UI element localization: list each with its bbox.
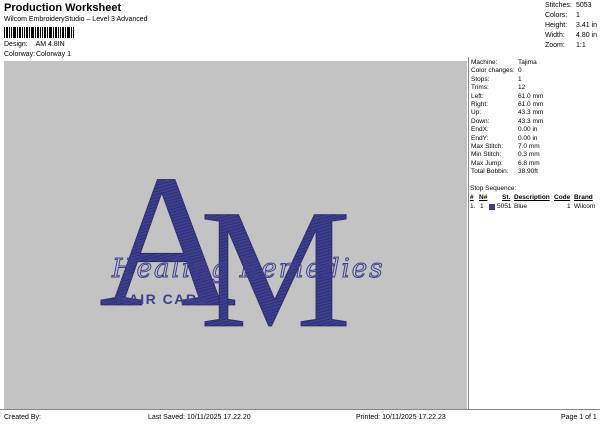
worksheet-header: Production Worksheet Wilcom EmbroiderySt…	[0, 0, 600, 60]
col-st: St.	[502, 194, 511, 201]
last-saved: Last Saved: 10/11/2025 17.22.20	[148, 414, 251, 421]
software-name: Wilcom EmbroideryStudio – Level 3 Advanc…	[4, 16, 148, 23]
worksheet-page: Production Worksheet Wilcom EmbroiderySt…	[0, 0, 600, 424]
col-code: Code	[554, 194, 571, 201]
thread-color-swatch	[489, 204, 495, 210]
table-row: 1. 1 5051 Blue 1 Wilcom	[470, 203, 596, 210]
design-label: Design:	[4, 41, 28, 48]
colorway-label: Colorway:	[4, 51, 36, 58]
info-endy: EndY: 0.00 in	[471, 134, 538, 142]
stat-height: Height: 3.41 in	[545, 22, 598, 29]
design-stats: Stitches: 5053 Colors: 1 Height: 3.41 in Wi…	[545, 2, 600, 52]
info-endx: EndX: 0.00 in	[471, 126, 538, 134]
stat-colors: Colors: 1	[545, 12, 580, 19]
embroidery-artwork: A M Healing Remedies HAIR CARE	[99, 137, 385, 364]
page-number: Page 1 of 1	[561, 414, 597, 421]
info-trims: Trims: 12	[471, 84, 526, 92]
info-color-changes: Color changes: 0	[471, 67, 522, 75]
design-value: AM 4.8IN	[35, 41, 65, 48]
info-left: Left: 61.0 mm	[471, 92, 544, 100]
info-max-stitch: Max Stitch: 7.0 mm	[471, 142, 540, 150]
stat-width: Width: 4.80 in	[545, 32, 598, 39]
info-total-bobbin: Total Bobbin: 38.90ft	[471, 168, 538, 176]
worksheet-footer: Created By: Last Saved: 10/11/2025 17.22…	[0, 409, 600, 424]
colorway-value: Colorway 1	[35, 51, 71, 58]
caption-text: HAIR CARE	[117, 291, 208, 307]
info-machine: Machine: Tajima	[471, 59, 537, 66]
col-num: #	[470, 194, 474, 201]
info-up: Up: 43.3 mm	[471, 109, 544, 117]
info-max-jump: Max Jump: 6.8 mm	[471, 159, 540, 167]
stop-sequence-title: Stop Sequence:	[470, 185, 517, 192]
info-min-stitch: Min Stitch: 0.3 mm	[471, 151, 540, 159]
col-description: Description	[514, 194, 550, 201]
design-preview: A M Healing Remedies HAIR CARE	[4, 61, 467, 409]
stat-stitches: Stitches: 5053	[545, 2, 592, 9]
col-n: N#	[479, 194, 488, 201]
col-brand: Brand	[574, 194, 593, 201]
info-down: Down: 43.3 mm	[471, 117, 544, 125]
colorway-row: Colorway: Colorway 1	[4, 51, 71, 58]
barcode	[4, 27, 74, 38]
printed-date: Printed: 10/11/2025 17.22.23	[356, 414, 446, 421]
design-name-row: Design: AM 4.8IN	[4, 41, 65, 48]
machine-info-panel: Machine: Tajima Color changes: 0 Stops: 1 T…	[468, 57, 600, 409]
info-stops: Stops: 1	[471, 75, 522, 83]
created-by: Created By:	[4, 414, 41, 421]
worksheet-title: Production Worksheet	[4, 2, 122, 14]
stop-sequence-header: # N# St. Description Code Brand	[468, 194, 600, 203]
stat-zoom: Zoom: 1:1	[545, 42, 586, 49]
script-text: Healing Remedies	[111, 254, 385, 284]
info-right: Right: 61.0 mm	[471, 100, 544, 108]
